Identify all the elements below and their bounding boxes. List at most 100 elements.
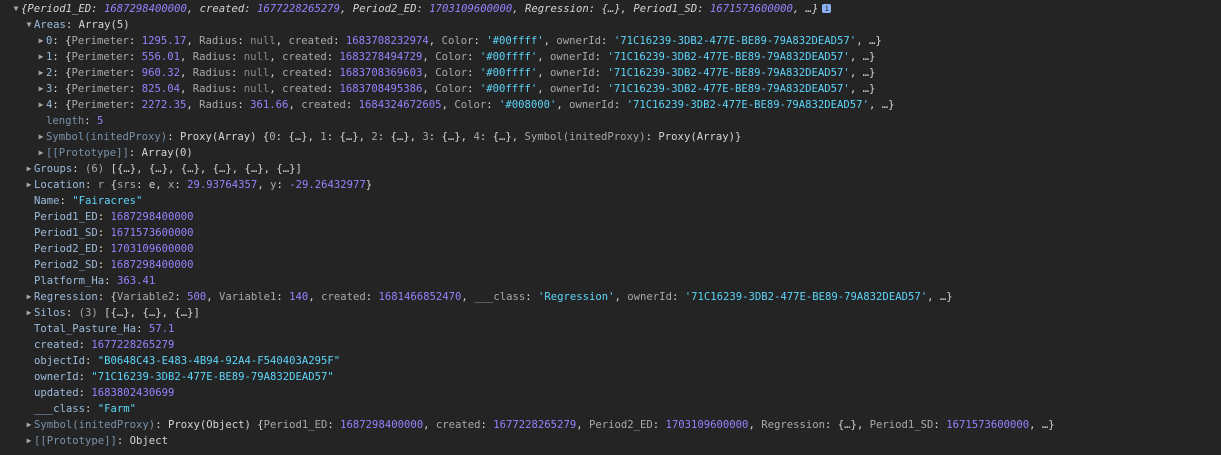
root-prototype[interactable]: ▶ [[Prototype]]: Object [0,433,1221,449]
areas-item-3[interactable]: ▶ 3: {Perimeter: 825.04, Radius: null, cr… [0,81,1221,97]
token: created [282,51,327,63]
areas-symbol-proxy[interactable]: ▶ Symbol(initedProxy): Proxy(Array) {0: {… [0,129,1221,145]
areas-item-2-content: 2: {Perimeter: 960.32, Radius: null, cre… [46,65,875,81]
chevron-right-icon[interactable]: ▶ [24,433,34,449]
token: Period1_ED [27,3,92,15]
token: : [104,275,117,287]
token: , [422,83,436,95]
token: Radius [192,51,232,63]
chevron-right-icon[interactable]: ▶ [36,145,46,161]
token: Regression [34,291,98,303]
token: Silos [34,307,66,319]
chevron-down-icon[interactable]: ▼ [11,1,21,17]
root-symbol-proxy-content: Symbol(initedProxy): Proxy(Object) {Peri… [34,417,1055,433]
token: : Proxy(Array)} [645,131,742,143]
token: , [339,3,353,15]
token: , [556,99,570,111]
token: : [78,371,92,383]
token: Location [34,179,86,191]
period1-ed-entry-content: Period1_ED: 1687298400000 [34,209,193,225]
token: : {…}, [377,131,423,143]
chevron-down-icon[interactable]: ▼ [24,17,34,33]
token: , [186,99,200,111]
areas-item-0[interactable]: ▶ 0: {Perimeter: 1295.17, Radius: null, c… [0,33,1221,49]
token: 363.41 [116,275,156,287]
token: Symbol(initedProxy) [46,131,168,143]
token: : [174,291,188,303]
token: : {…}, [479,131,525,143]
token: , [537,67,551,79]
token: (3) [78,307,105,319]
token: objectId [34,355,86,367]
regression-entry[interactable]: ▶ Regression: {Variable2: 500, Variable1:… [0,289,1221,305]
chevron-right-icon[interactable]: ▶ [36,129,46,145]
token: : [671,291,685,303]
token: 960.32 [141,67,180,79]
name-entry: Name: "Fairacres" [0,193,1221,209]
token: null [243,51,270,63]
token: Color [435,51,468,63]
chevron-right-icon[interactable]: ▶ [24,289,34,305]
chevron-right-icon[interactable]: ▶ [24,305,34,321]
token: , [576,419,589,431]
token: : [467,83,480,95]
areas-item-1[interactable]: ▶ 1: {Perimeter: 556.01, Radius: null, cr… [0,49,1221,65]
areas-item-2[interactable]: ▶ 2: {Perimeter: 960.32, Radius: null, cr… [0,65,1221,81]
areas-item-0-content: 0: {Perimeter: 1295.17, Radius: null, cr… [46,33,882,49]
info-badge-icon[interactable]: i [822,4,832,13]
chevron-right-icon[interactable]: ▶ [24,417,34,433]
token: , [179,51,193,63]
token: : [601,35,614,47]
token: Variable1 [219,291,277,303]
chevron-right-icon[interactable]: ▶ [36,81,46,97]
token: 57.1 [148,323,175,335]
token: 1683708369603 [339,67,423,79]
token: created [288,35,334,47]
token: : { [52,67,72,79]
location-entry[interactable]: ▶ Location: r {srs: e, x: 29.93764357, y:… [0,177,1221,193]
chevron-right-icon[interactable]: ▶ [36,49,46,65]
token: , …} [868,99,895,111]
token: '71C16239-3DB2-477E-BE89-79A832DEAD57' [684,291,928,303]
total-pasture-ha-entry: Total_Pasture_Ha: 57.1 [0,321,1221,337]
token: , [288,99,302,111]
console-object-tree: ▼ {Period1_ED: 1687298400000, created: 16… [0,0,1221,449]
token: : [237,35,251,47]
token: : { [97,291,117,303]
areas-entry[interactable]: ▼ Areas: Array(5) [0,17,1221,33]
chevron-right-icon[interactable]: ▶ [24,177,34,193]
token: : [85,355,98,367]
token: 1687298400000 [103,3,187,15]
period2-sd-entry: Period2_SD: 1687298400000 [0,257,1221,273]
token: , [422,67,436,79]
chevron-right-icon[interactable]: ▶ [36,97,46,113]
owner-id-entry-content: ownerId: "71C16239-3DB2-477E-BE89-79A832… [34,369,334,385]
token: (6) [85,163,111,175]
token: 2272.35 [141,99,187,111]
root-object-summary[interactable]: ▼ {Period1_ED: 1687298400000, created: 16… [0,1,1221,17]
token: '71C16239-3DB2-477E-BE89-79A832DEAD57' [626,99,869,111]
areas-prototype-content: [[Prototype]]: Array(0) [46,145,193,161]
token: , [748,419,762,431]
chevron-right-icon[interactable]: ▶ [36,65,46,81]
areas-prototype[interactable]: ▶ [[Prototype]]: Array(0) [0,145,1221,161]
token: 1683802430699 [91,387,175,399]
areas-item-4[interactable]: ▶ 4: {Perimeter: 2272.35, Radius: 361.66,… [0,97,1221,113]
created-entry-content: created: 1677228265279 [34,337,174,353]
token: : [326,51,340,63]
token: Total_Pasture_Ha [34,323,137,335]
token: ___class [34,403,86,415]
root-symbol-proxy[interactable]: ▶ Symbol(initedProxy): Proxy(Object) {Per… [0,417,1221,433]
token: Period2_ED [34,243,98,255]
chevron-right-icon[interactable]: ▶ [24,161,34,177]
token: : [333,35,346,47]
token: Perimeter [71,51,129,63]
chevron-right-icon[interactable]: ▶ [36,33,46,49]
token: '#00ffff' [486,35,544,47]
silos-entry[interactable]: ▶ Silos: (3) [{…}, {…}, {…}] [0,305,1221,321]
groups-entry[interactable]: ▶ Groups: (6) [{…}, {…}, {…}, {…}, {…}, {… [0,161,1221,177]
token: , …} [856,35,882,47]
token: Period2_SD [34,259,98,271]
token: 140 [289,291,309,303]
token: ___class [474,291,526,303]
